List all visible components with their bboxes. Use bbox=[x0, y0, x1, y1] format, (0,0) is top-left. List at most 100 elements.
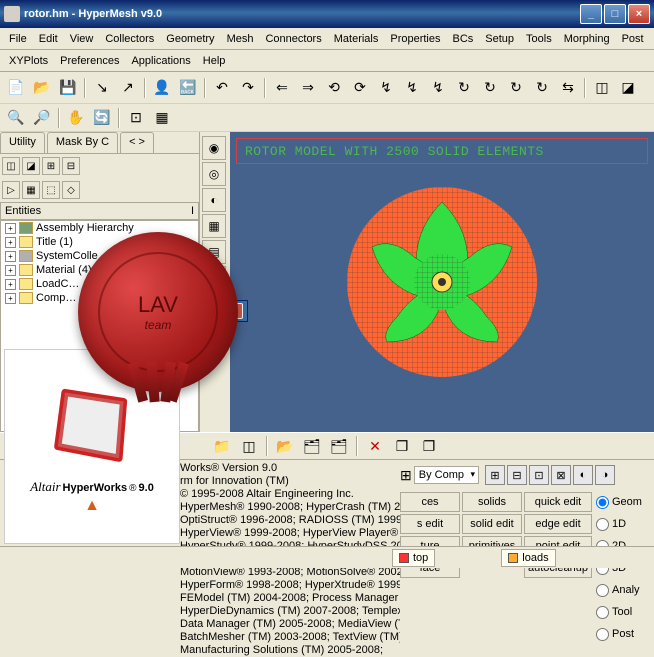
menu-connectors[interactable]: Connectors bbox=[259, 30, 327, 48]
panel-btn-1-1[interactable]: solid edit bbox=[462, 514, 522, 534]
rotate-icon[interactable]: 🔄 bbox=[90, 106, 114, 130]
radio-1d[interactable]: 1D bbox=[594, 514, 644, 534]
boxes-icon[interactable]: ❐ bbox=[390, 434, 414, 458]
vt-wire-icon[interactable]: ◎ bbox=[202, 162, 226, 186]
folder-icon[interactable]: 📁 bbox=[210, 434, 234, 458]
pt-button[interactable]: ◇ bbox=[62, 181, 80, 199]
open2-icon[interactable]: 📂 bbox=[273, 434, 297, 458]
menu-geometry[interactable]: Geometry bbox=[160, 30, 220, 48]
menu-collectors[interactable]: Collectors bbox=[99, 30, 160, 48]
panel-btn-0-1[interactable]: solids bbox=[462, 492, 522, 512]
delete-icon[interactable]: ✕ bbox=[363, 434, 387, 458]
undo-icon[interactable]: 🔙 bbox=[176, 76, 200, 100]
menu-materials[interactable]: Materials bbox=[328, 30, 385, 48]
vt-hidden-icon[interactable]: ◐ bbox=[202, 188, 226, 212]
cube-icon[interactable]: ◫ bbox=[237, 434, 261, 458]
export-icon[interactable]: ↗ bbox=[116, 76, 140, 100]
menu-xyplots[interactable]: XYPlots bbox=[3, 52, 54, 70]
rot-yz-icon[interactable]: ⟳ bbox=[348, 76, 372, 100]
vt-solid-icon[interactable]: ▦ bbox=[202, 214, 226, 238]
maximize-button[interactable]: □ bbox=[604, 4, 626, 24]
menu-file[interactable]: File bbox=[3, 30, 33, 48]
display-cube-5[interactable]: ◑ bbox=[595, 465, 615, 485]
menu-post[interactable]: Post bbox=[616, 30, 650, 48]
menu-applications[interactable]: Applications bbox=[125, 52, 196, 70]
menu-preferences[interactable]: Preferences bbox=[54, 52, 125, 70]
radio-analy[interactable]: Analy bbox=[594, 580, 644, 600]
display-cube-0[interactable]: ⊞ bbox=[485, 465, 505, 485]
pan-icon[interactable]: ✋ bbox=[64, 106, 88, 130]
display-cube-2[interactable]: ⊡ bbox=[529, 465, 549, 485]
rotate-right-icon[interactable]: ↷ bbox=[236, 76, 260, 100]
panel-btn-0-0[interactable]: ces bbox=[400, 492, 460, 512]
axis-xy-icon[interactable]: ↯ bbox=[374, 76, 398, 100]
radio-post[interactable]: Post bbox=[594, 624, 644, 644]
import-icon[interactable]: ↘ bbox=[90, 76, 114, 100]
arrow-left-icon[interactable]: ⇐ bbox=[270, 76, 294, 100]
axis-xz-icon[interactable]: ↯ bbox=[426, 76, 450, 100]
panel-btn-0-2[interactable]: quick edit bbox=[524, 492, 592, 512]
vt-trans-icon[interactable]: ◫ bbox=[202, 266, 226, 290]
tree-item[interactable]: +SystemColle… bbox=[1, 249, 198, 263]
reverse-icon[interactable]: ⇆ bbox=[556, 76, 580, 100]
menu-morphing[interactable]: Morphing bbox=[558, 30, 616, 48]
tree-item[interactable]: +Assembly Hierarchy bbox=[1, 221, 198, 235]
tab-nav[interactable]: < > bbox=[120, 132, 154, 153]
cube-button[interactable]: ◫ bbox=[2, 157, 20, 175]
status-top[interactable]: top bbox=[392, 549, 435, 567]
print-icon[interactable]: 👤 bbox=[150, 76, 174, 100]
radio-geom[interactable]: Geom bbox=[594, 492, 644, 512]
tab-mask[interactable]: Mask By C bbox=[47, 132, 118, 153]
cube4-button[interactable]: ⊟ bbox=[62, 157, 80, 175]
view-z-icon[interactable]: ↻ bbox=[504, 76, 528, 100]
new-icon[interactable]: 📄 bbox=[4, 76, 28, 100]
menu-tools[interactable]: Tools bbox=[520, 30, 558, 48]
menu-mesh[interactable]: Mesh bbox=[221, 30, 260, 48]
menu-help[interactable]: Help bbox=[197, 52, 232, 70]
menu-bcs[interactable]: BCs bbox=[447, 30, 480, 48]
menu-edit[interactable]: Edit bbox=[33, 30, 64, 48]
popup-close-button[interactable]: × bbox=[225, 303, 243, 319]
axis-yz-icon[interactable]: ↯ bbox=[400, 76, 424, 100]
display-cube-3[interactable]: ⊠ bbox=[551, 465, 571, 485]
cube3-button[interactable]: ⊞ bbox=[42, 157, 60, 175]
iso-icon[interactable]: ↻ bbox=[530, 76, 554, 100]
menu-view[interactable]: View bbox=[64, 30, 100, 48]
view-x-icon[interactable]: ↻ bbox=[452, 76, 476, 100]
display-cube-1[interactable]: ⊟ bbox=[507, 465, 527, 485]
fit-icon[interactable]: ⊡ bbox=[124, 106, 148, 130]
tree-item[interactable]: +LoadC… bbox=[1, 277, 198, 291]
minimize-button[interactable]: _ bbox=[580, 4, 602, 24]
persp-icon[interactable]: ◪ bbox=[616, 76, 640, 100]
sel-button[interactable]: ⬚ bbox=[42, 181, 60, 199]
close-button[interactable]: × bbox=[628, 4, 650, 24]
zoom-out-icon[interactable]: 🔎 bbox=[30, 106, 54, 130]
arrow-right-icon[interactable]: ⇒ bbox=[296, 76, 320, 100]
status-loads[interactable]: loads bbox=[501, 549, 555, 567]
vt-shade-icon[interactable]: ◉ bbox=[202, 136, 226, 160]
files-icon[interactable]: 🗂 bbox=[300, 434, 324, 458]
arrow-button[interactable]: ▷ bbox=[2, 181, 20, 199]
zoom-in-icon[interactable]: 🔍 bbox=[4, 106, 28, 130]
ortho-icon[interactable]: ◫ bbox=[590, 76, 614, 100]
radio-tool[interactable]: Tool bbox=[594, 602, 644, 622]
mesh-button[interactable]: ▦ bbox=[22, 181, 40, 199]
selection-icon[interactable]: ▦ bbox=[150, 106, 174, 130]
tree-item[interactable]: +Material (4) bbox=[1, 263, 198, 277]
rot-xy-icon[interactable]: ⟲ bbox=[322, 76, 346, 100]
filter-select[interactable]: By Comp bbox=[414, 466, 479, 484]
menu-setup[interactable]: Setup bbox=[479, 30, 520, 48]
vt-mesh-icon[interactable]: ▤ bbox=[202, 240, 226, 264]
folders-icon[interactable]: 🗂 bbox=[327, 434, 351, 458]
save-icon[interactable]: 💾 bbox=[56, 76, 80, 100]
view-y-icon[interactable]: ↻ bbox=[478, 76, 502, 100]
tab-utility[interactable]: Utility bbox=[0, 132, 45, 153]
panel-btn-1-0[interactable]: s edit bbox=[400, 514, 460, 534]
open-icon[interactable]: 📂 bbox=[30, 76, 54, 100]
panel-btn-1-2[interactable]: edge edit bbox=[524, 514, 592, 534]
canvas-3d[interactable]: ROTOR MODEL WITH 2500 SOLID ELEMENTS bbox=[230, 132, 654, 432]
tree-item[interactable]: +Title (1) bbox=[1, 235, 198, 249]
dup-icon[interactable]: ❐ bbox=[417, 434, 441, 458]
display-cube-4[interactable]: ◐ bbox=[573, 465, 593, 485]
rotate-left-icon[interactable]: ↶ bbox=[210, 76, 234, 100]
